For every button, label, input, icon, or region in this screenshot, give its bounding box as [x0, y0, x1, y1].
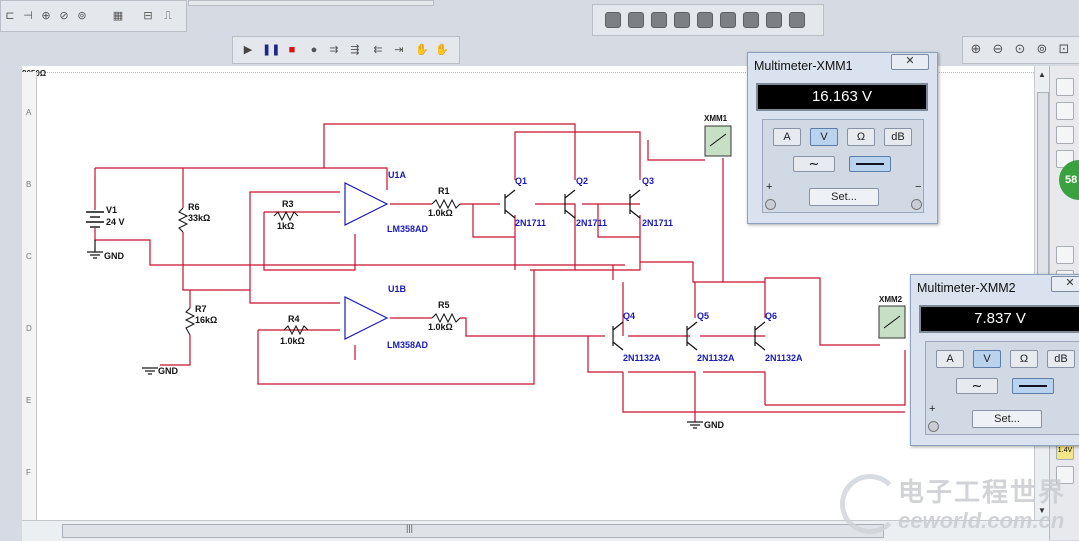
meter1-title: Multimeter-XMM1	[754, 59, 853, 73]
q6-model: 2N1132A	[765, 353, 803, 363]
meter2-ohmmeter-button[interactable]: Ω	[1010, 350, 1038, 368]
resistor-r7[interactable]	[184, 307, 196, 336]
meter2-controls: A V Ω dB ∼ Set... +	[925, 341, 1079, 435]
meter1-ammeter-button[interactable]: A	[773, 128, 801, 146]
opamp-u1b[interactable]	[344, 296, 389, 340]
q1-label: Q1	[515, 176, 527, 186]
meter1-decibel-button[interactable]: dB	[884, 128, 912, 146]
xmm1-icon[interactable]	[704, 125, 732, 157]
q1-model: 2N1711	[515, 218, 546, 228]
r6-value: 33kΩ	[188, 213, 210, 223]
r1-label: R1	[438, 186, 450, 196]
side-button-2[interactable]	[1056, 102, 1074, 120]
transistor-q4[interactable]	[612, 321, 624, 351]
r4-value: 1.0kΩ	[280, 336, 305, 346]
v1-label: V1	[106, 205, 117, 215]
meter2-title: Multimeter-XMM2	[917, 281, 1016, 295]
meter1-ac-button[interactable]: ∼	[793, 156, 835, 172]
resistor-r3[interactable]	[273, 210, 299, 222]
meter1-dc-button[interactable]	[849, 156, 891, 172]
r4-label: R4	[288, 314, 300, 324]
meter1-ohmmeter-button[interactable]: Ω	[847, 128, 875, 146]
gnd-label-2: GND	[158, 366, 179, 376]
meter1-plus-terminal[interactable]	[765, 199, 776, 210]
u1b-model: LM358AD	[387, 340, 429, 350]
ac-wave-icon: ∼	[971, 378, 983, 393]
dc-line-icon	[1019, 385, 1047, 387]
r5-label: R5	[438, 300, 450, 310]
meter1-close-button[interactable]: ✕	[891, 54, 929, 70]
r7-label: R7	[195, 304, 207, 314]
q4-model: 2N1132A	[623, 353, 661, 363]
meter1-minus-terminal[interactable]	[911, 199, 922, 210]
u1a-label: U1A	[388, 170, 407, 180]
u1b-label: U1B	[388, 284, 407, 294]
r3-label: R3	[282, 199, 294, 209]
multimeter-xmm2-window[interactable]: Multimeter-XMM2 ✕ 7.837 V A V Ω dB ∼ Set…	[910, 274, 1079, 446]
u1a-model: LM358AD	[387, 224, 429, 234]
meter1-minus-label: −	[915, 181, 922, 193]
r7-value: 16kΩ	[195, 315, 217, 325]
xmm2-icon[interactable]	[878, 305, 906, 339]
meter1-controls: A V Ω dB ∼ Set... + −	[762, 119, 924, 213]
xmm2-label: XMM2	[879, 295, 903, 304]
vscroll-up-arrow[interactable]: ▲	[1038, 70, 1046, 79]
meter2-plus-terminal[interactable]	[928, 421, 939, 432]
r6-label: R6	[188, 202, 200, 212]
hscroll-grip-icon: |||	[406, 523, 414, 533]
meter1-display: 16.163 V	[756, 83, 928, 111]
r3-value: 1kΩ	[277, 221, 294, 231]
meter2-dc-button[interactable]	[1012, 378, 1054, 394]
watermark-chinese: 电子工程世界	[898, 477, 1067, 507]
resistor-r6[interactable]	[177, 207, 189, 233]
meter1-plus-label: +	[766, 181, 773, 193]
side-button-5[interactable]	[1056, 246, 1074, 264]
transistor-q1[interactable]	[504, 189, 516, 219]
meter2-set-button[interactable]: Set...	[972, 410, 1042, 428]
side-button-3[interactable]	[1056, 126, 1074, 144]
q5-model: 2N1132A	[697, 353, 735, 363]
gnd-label-1: GND	[104, 251, 125, 261]
q3-model: 2N1711	[642, 218, 673, 228]
q3-label: Q3	[642, 176, 654, 186]
q2-model: 2N1711	[576, 218, 607, 228]
meter1-set-button[interactable]: Set...	[809, 188, 879, 206]
r1-value: 1.0kΩ	[428, 208, 453, 218]
gnd-label-3: GND	[704, 420, 725, 430]
side-button-1[interactable]	[1056, 78, 1074, 96]
resistor-r5[interactable]	[431, 312, 461, 324]
meter2-display: 7.837 V	[919, 305, 1079, 333]
ground-symbols	[87, 240, 703, 429]
q6-label: Q6	[765, 311, 777, 321]
meter2-voltmeter-button[interactable]: V	[973, 350, 1001, 368]
opamp-u1a[interactable]	[344, 182, 389, 226]
multimeter-xmm1-window[interactable]: Multimeter-XMM1 ✕ 16.163 V A V Ω dB ∼ Se…	[747, 52, 938, 224]
meter2-decibel-button[interactable]: dB	[1047, 350, 1075, 368]
meter2-plus-label: +	[929, 403, 936, 415]
dc-line-icon	[856, 163, 884, 165]
meter2-ac-button[interactable]: ∼	[956, 378, 998, 394]
battery-v1[interactable]	[86, 211, 104, 228]
vscroll-thumb[interactable]	[1037, 92, 1049, 284]
site-watermark: 电子工程世界 eeworld.com.cn	[840, 470, 1079, 540]
meter2-close-button[interactable]: ✕	[1051, 276, 1079, 292]
xmm1-label: XMM1	[704, 114, 728, 123]
resistor-r1[interactable]	[431, 198, 461, 210]
v1-value: 24 V	[106, 217, 125, 227]
q5-label: Q5	[697, 311, 709, 321]
hscroll-thumb[interactable]	[62, 524, 884, 538]
ac-wave-icon: ∼	[808, 156, 820, 171]
watermark-logo-icon	[840, 474, 900, 534]
r5-value: 1.0kΩ	[428, 322, 453, 332]
watermark-english: eeworld.com.cn	[898, 508, 1065, 533]
q2-label: Q2	[576, 176, 588, 186]
meter1-voltmeter-button[interactable]: V	[810, 128, 838, 146]
q4-label: Q4	[623, 311, 635, 321]
meter2-ammeter-button[interactable]: A	[936, 350, 964, 368]
